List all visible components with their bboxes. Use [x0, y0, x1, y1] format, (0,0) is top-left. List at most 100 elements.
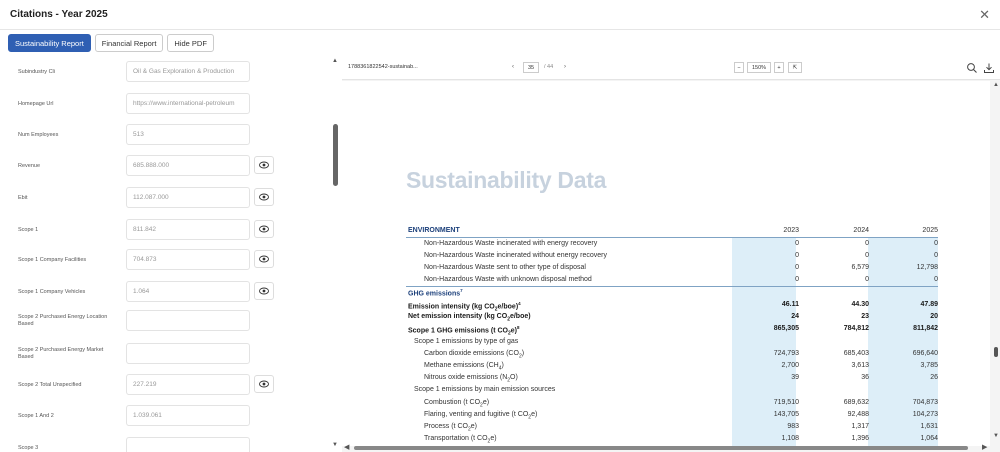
window-title: Citations - Year 2025 [10, 9, 108, 20]
scope1-input[interactable]: 811.842 [126, 219, 250, 240]
scroll-down-icon[interactable]: ▼ [993, 433, 999, 439]
table-row: Scope 1 emissions by type of gas [406, 336, 938, 348]
value-2023: 865,305 [773, 325, 799, 333]
row-label: Scope 1 emissions by main emission sourc… [414, 386, 555, 393]
prev-page-icon[interactable]: ‹ [512, 64, 514, 70]
row-label: Net emission intensity (kg CO2e/boe) [408, 313, 531, 322]
scope1-facilities-view-citation-button[interactable] [254, 250, 274, 268]
pdf-horizontal-scrollbar-thumb[interactable] [354, 446, 968, 450]
row-label-pre: Net emission intensity (kg CO [408, 313, 508, 321]
value-2023: 2,700 [781, 362, 799, 369]
value-2024: 6,579 [851, 264, 869, 271]
table-row: Non-Hazardous Waste sent to other type o… [406, 262, 938, 274]
value-2024: 689,632 [843, 398, 869, 406]
value-2025: 811,842 [913, 325, 938, 333]
row-label-pre: Process (t CO [424, 423, 468, 430]
scroll-left-icon[interactable]: ◀ [344, 443, 349, 451]
tab-sustainability-report[interactable]: Sustainability Report [8, 34, 91, 52]
pdf-toolbar: 1788361822542-sustainab... ‹ 35 / 44 › −… [342, 56, 1000, 80]
pdf-filename: 1788361822542-sustainab... [348, 64, 418, 70]
scroll-up-icon[interactable]: ▲ [993, 82, 999, 88]
value-2025: 0 [934, 240, 938, 247]
scope1-and-2-input[interactable]: 1.039.061 [126, 405, 250, 426]
value-2024: 1,396 [851, 435, 869, 443]
field-label: Ebit [18, 195, 28, 201]
scope2-total-input[interactable]: 227.219 [126, 374, 250, 395]
scroll-up-icon[interactable]: ▲ [332, 58, 338, 64]
homepage-url-input[interactable]: https://www.international-petroleum [126, 93, 250, 114]
field-row-scope1-facilities: Scope 1 Company Facilities 704.873 [0, 249, 330, 271]
scope2-total-view-citation-button[interactable] [254, 375, 274, 393]
row-label: Carbon dioxide emissions (CO2) [424, 350, 524, 359]
fit-page-button[interactable]: ⇱ [788, 62, 802, 73]
value-2024: 44.30 [851, 301, 869, 308]
table-row: Emission intensity (kg CO2e/boe)4 46.11 44… [406, 299, 938, 313]
eye-icon [259, 380, 269, 388]
num-employees-input[interactable]: 513 [126, 124, 250, 145]
scope1-vehicles-input[interactable]: 1.064 [126, 281, 250, 302]
zoom-level-select[interactable]: 150% [747, 62, 771, 73]
value-2024: 3,613 [851, 362, 869, 369]
value-2023: 724,793 [773, 349, 799, 357]
row-label-pre: Scope 1 emissions by main emission sourc… [414, 386, 556, 394]
field-row-scope2-total: Scope 2 Total Unspecified 227.219 [0, 374, 330, 396]
tab-financial-report[interactable]: Financial Report [94, 34, 164, 52]
row-label-post: e/boe) [509, 313, 531, 321]
eye-icon [259, 193, 269, 201]
field-label: Subindustry Cli [18, 69, 55, 75]
field-label: Scope 1 [18, 227, 39, 233]
pdf-vertical-scrollbar-thumb[interactable] [994, 347, 998, 357]
value-2025: 3,785 [920, 362, 938, 369]
next-page-icon[interactable]: › [564, 64, 566, 70]
form-scrollbar[interactable]: ▲ ▼ [330, 56, 340, 452]
zoom-in-button[interactable]: + [774, 62, 784, 73]
table-row: Carbon dioxide emissions (CO2) 724,793 685… [406, 348, 938, 360]
ebit-view-citation-button[interactable] [254, 188, 274, 206]
value-2025: 0 [934, 276, 938, 283]
table-row: Methane emissions (CH4) 2,700 3,613 3,785 [406, 360, 938, 372]
value-2024: 0 [865, 276, 869, 283]
field-row-num-employees: Num Employees 513 [0, 124, 330, 146]
scope2-market-input[interactable] [126, 343, 250, 364]
value-2023: 143,705 [773, 410, 799, 418]
pdf-vertical-scrollbar[interactable]: ▲ ▼ [992, 81, 1000, 446]
pdf-page-heading: Sustainability Data [406, 167, 607, 193]
citation-form: Subindustry Cli Oil & Gas Exploration & … [0, 56, 330, 452]
value-2025: 0 [934, 252, 938, 259]
table-row: Combustion (t CO2e) 719,510 689,632 704,873 [406, 397, 938, 409]
search-icon[interactable] [966, 62, 978, 74]
section-ghg-emissions: GHG emissions7 [408, 288, 463, 297]
scope1-facilities-input[interactable]: 704.873 [126, 249, 250, 270]
value-2025: 704,873 [912, 398, 938, 406]
hide-pdf-button[interactable]: Hide PDF [167, 34, 214, 52]
scope2-location-input[interactable] [126, 310, 250, 331]
ebit-input[interactable]: 112.087.000 [126, 187, 250, 208]
value-2023: 0 [795, 240, 799, 247]
scroll-right-icon[interactable]: ▶ [982, 443, 987, 451]
scroll-down-icon[interactable]: ▼ [332, 442, 338, 448]
row-label-pre: Scope 1 emissions by type of gas [414, 337, 519, 345]
close-icon[interactable]: ✕ [979, 7, 990, 23]
row-label-post: O) [510, 374, 518, 382]
pdf-horizontal-scrollbar[interactable]: ◀ ▶ [342, 444, 992, 452]
table-row: Net emission intensity (kg CO2e/boe) 24 23… [406, 311, 938, 323]
footnote-marker: 7 [460, 288, 463, 293]
form-scrollbar-thumb[interactable] [333, 124, 338, 186]
field-label: Homepage Url [18, 101, 54, 107]
row-label-post: ) [501, 362, 504, 369]
table-row: Process (t CO2e) 983 1,317 1,631 [406, 421, 938, 433]
table-row: Non-Hazardous Waste incinerated without … [406, 250, 938, 262]
scope1-view-citation-button[interactable] [254, 220, 274, 238]
scope3-input[interactable] [126, 437, 250, 452]
revenue-view-citation-button[interactable] [254, 156, 274, 174]
row-label-pre: Carbon dioxide emissions (CO [424, 349, 519, 357]
scope1-vehicles-view-citation-button[interactable] [254, 282, 274, 300]
value-2023: 0 [795, 264, 799, 271]
download-icon[interactable] [983, 62, 995, 74]
page-number-input[interactable]: 35 [523, 62, 539, 73]
section-ghg-label: GHG emissions [408, 290, 461, 298]
revenue-input[interactable]: 685.888.000 [126, 155, 250, 176]
subindustry-input[interactable]: Oil & Gas Exploration & Production [126, 61, 250, 82]
zoom-out-button[interactable]: − [734, 62, 744, 73]
row-label: Non-Hazardous Waste incinerated with ene… [424, 240, 598, 247]
